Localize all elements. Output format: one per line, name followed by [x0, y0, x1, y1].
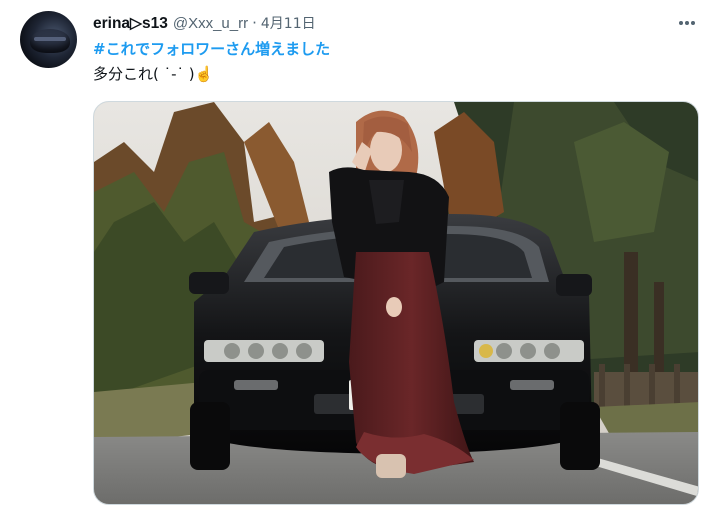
more-icon[interactable]: [677, 13, 697, 33]
photo-image: は: [94, 102, 698, 504]
pointing-up-emoji-icon: ☝️: [194, 65, 214, 83]
author-handle[interactable]: @Xxx_u_rr: [173, 15, 248, 32]
tweet-text-content: 多分これ( ˙-˙ ): [93, 65, 195, 83]
header-separator: ·: [252, 14, 257, 32]
tweet-card[interactable]: erina▷s13 @Xxx_u_rr · 4月11日 #これでフォロワーさん増…: [0, 0, 724, 517]
tweet-text: 多分これ( ˙-˙ )☝️: [93, 63, 213, 84]
tweet-date[interactable]: 4月11日: [261, 13, 316, 33]
avatar-car-light: [34, 37, 66, 41]
tweet-header: erina▷s13 @Xxx_u_rr · 4月11日: [93, 13, 316, 33]
hashtag-link[interactable]: #これでフォロワーさん増えました: [93, 38, 330, 59]
author-display-name[interactable]: erina▷s13: [93, 14, 168, 33]
avatar[interactable]: [20, 11, 77, 68]
car-avatar-icon: [30, 29, 70, 53]
tweet-photo[interactable]: は: [93, 101, 699, 505]
more-dots-icon: [679, 21, 695, 25]
